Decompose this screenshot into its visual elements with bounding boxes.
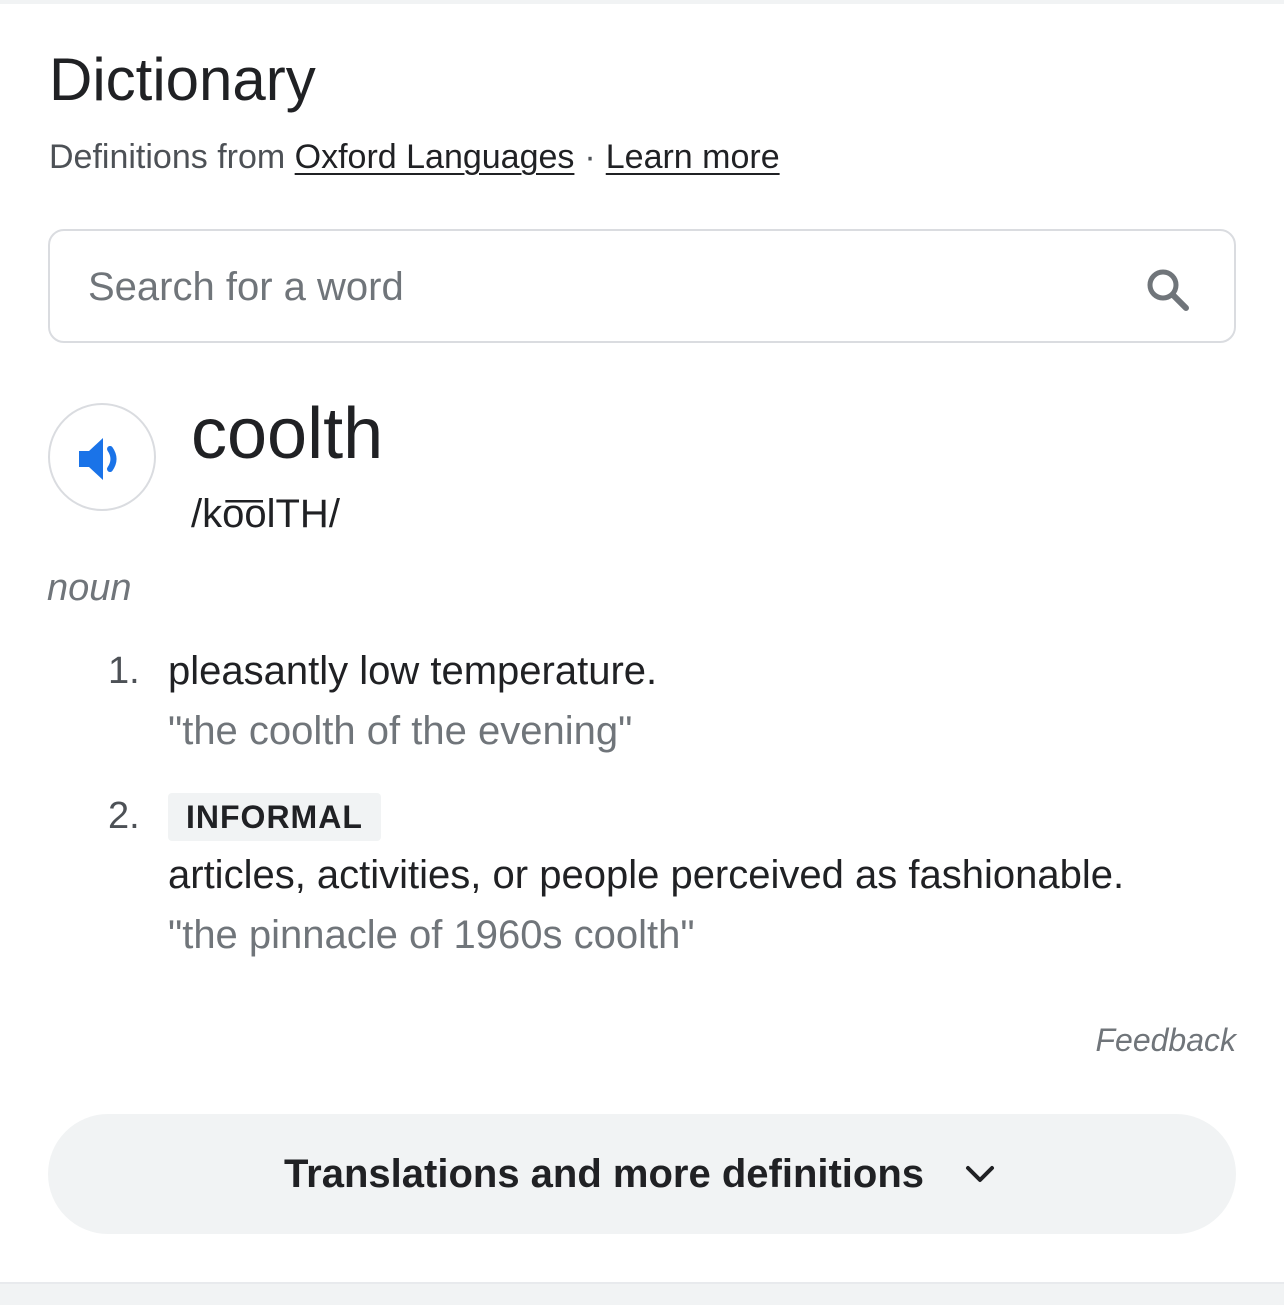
translations-more-definitions-button[interactable]: Translations and more definitions [48, 1114, 1236, 1234]
pronunciation-audio-button[interactable] [48, 403, 156, 511]
bottom-divider [0, 1282, 1284, 1305]
separator-dot: · [584, 138, 596, 176]
search-input[interactable] [88, 257, 1108, 317]
part-of-speech: noun [47, 567, 132, 609]
chevron-down-icon [966, 1166, 995, 1182]
definition-example: "the pinnacle of 1960s coolth" [168, 913, 695, 957]
definition-number: 1. [108, 650, 140, 692]
definition-number: 2. [108, 795, 140, 837]
source-line: Definitions from Oxford Languages · Learn … [49, 136, 780, 178]
learn-more-link[interactable]: Learn more [606, 138, 780, 176]
phonetic-spelling: /ko͞olTH/ [191, 492, 340, 536]
top-divider [0, 0, 1284, 4]
register-label: INFORMAL [168, 793, 381, 841]
headword: coolth [191, 394, 384, 474]
definition-example: "the coolth of the evening" [168, 709, 633, 753]
feedback-link[interactable]: Feedback [1095, 1020, 1236, 1060]
search-icon[interactable] [1142, 264, 1194, 316]
source-prefix: Definitions from [49, 138, 286, 176]
search-box [48, 229, 1236, 343]
oxford-languages-link[interactable]: Oxford Languages [295, 138, 575, 176]
definition-text: pleasantly low temperature. [168, 649, 658, 693]
more-button-label: Translations and more definitions [283, 1151, 925, 1196]
definition-text: articles, activities, or people perceive… [168, 853, 1125, 897]
page-title: Dictionary [49, 46, 316, 113]
speaker-icon [79, 438, 117, 480]
